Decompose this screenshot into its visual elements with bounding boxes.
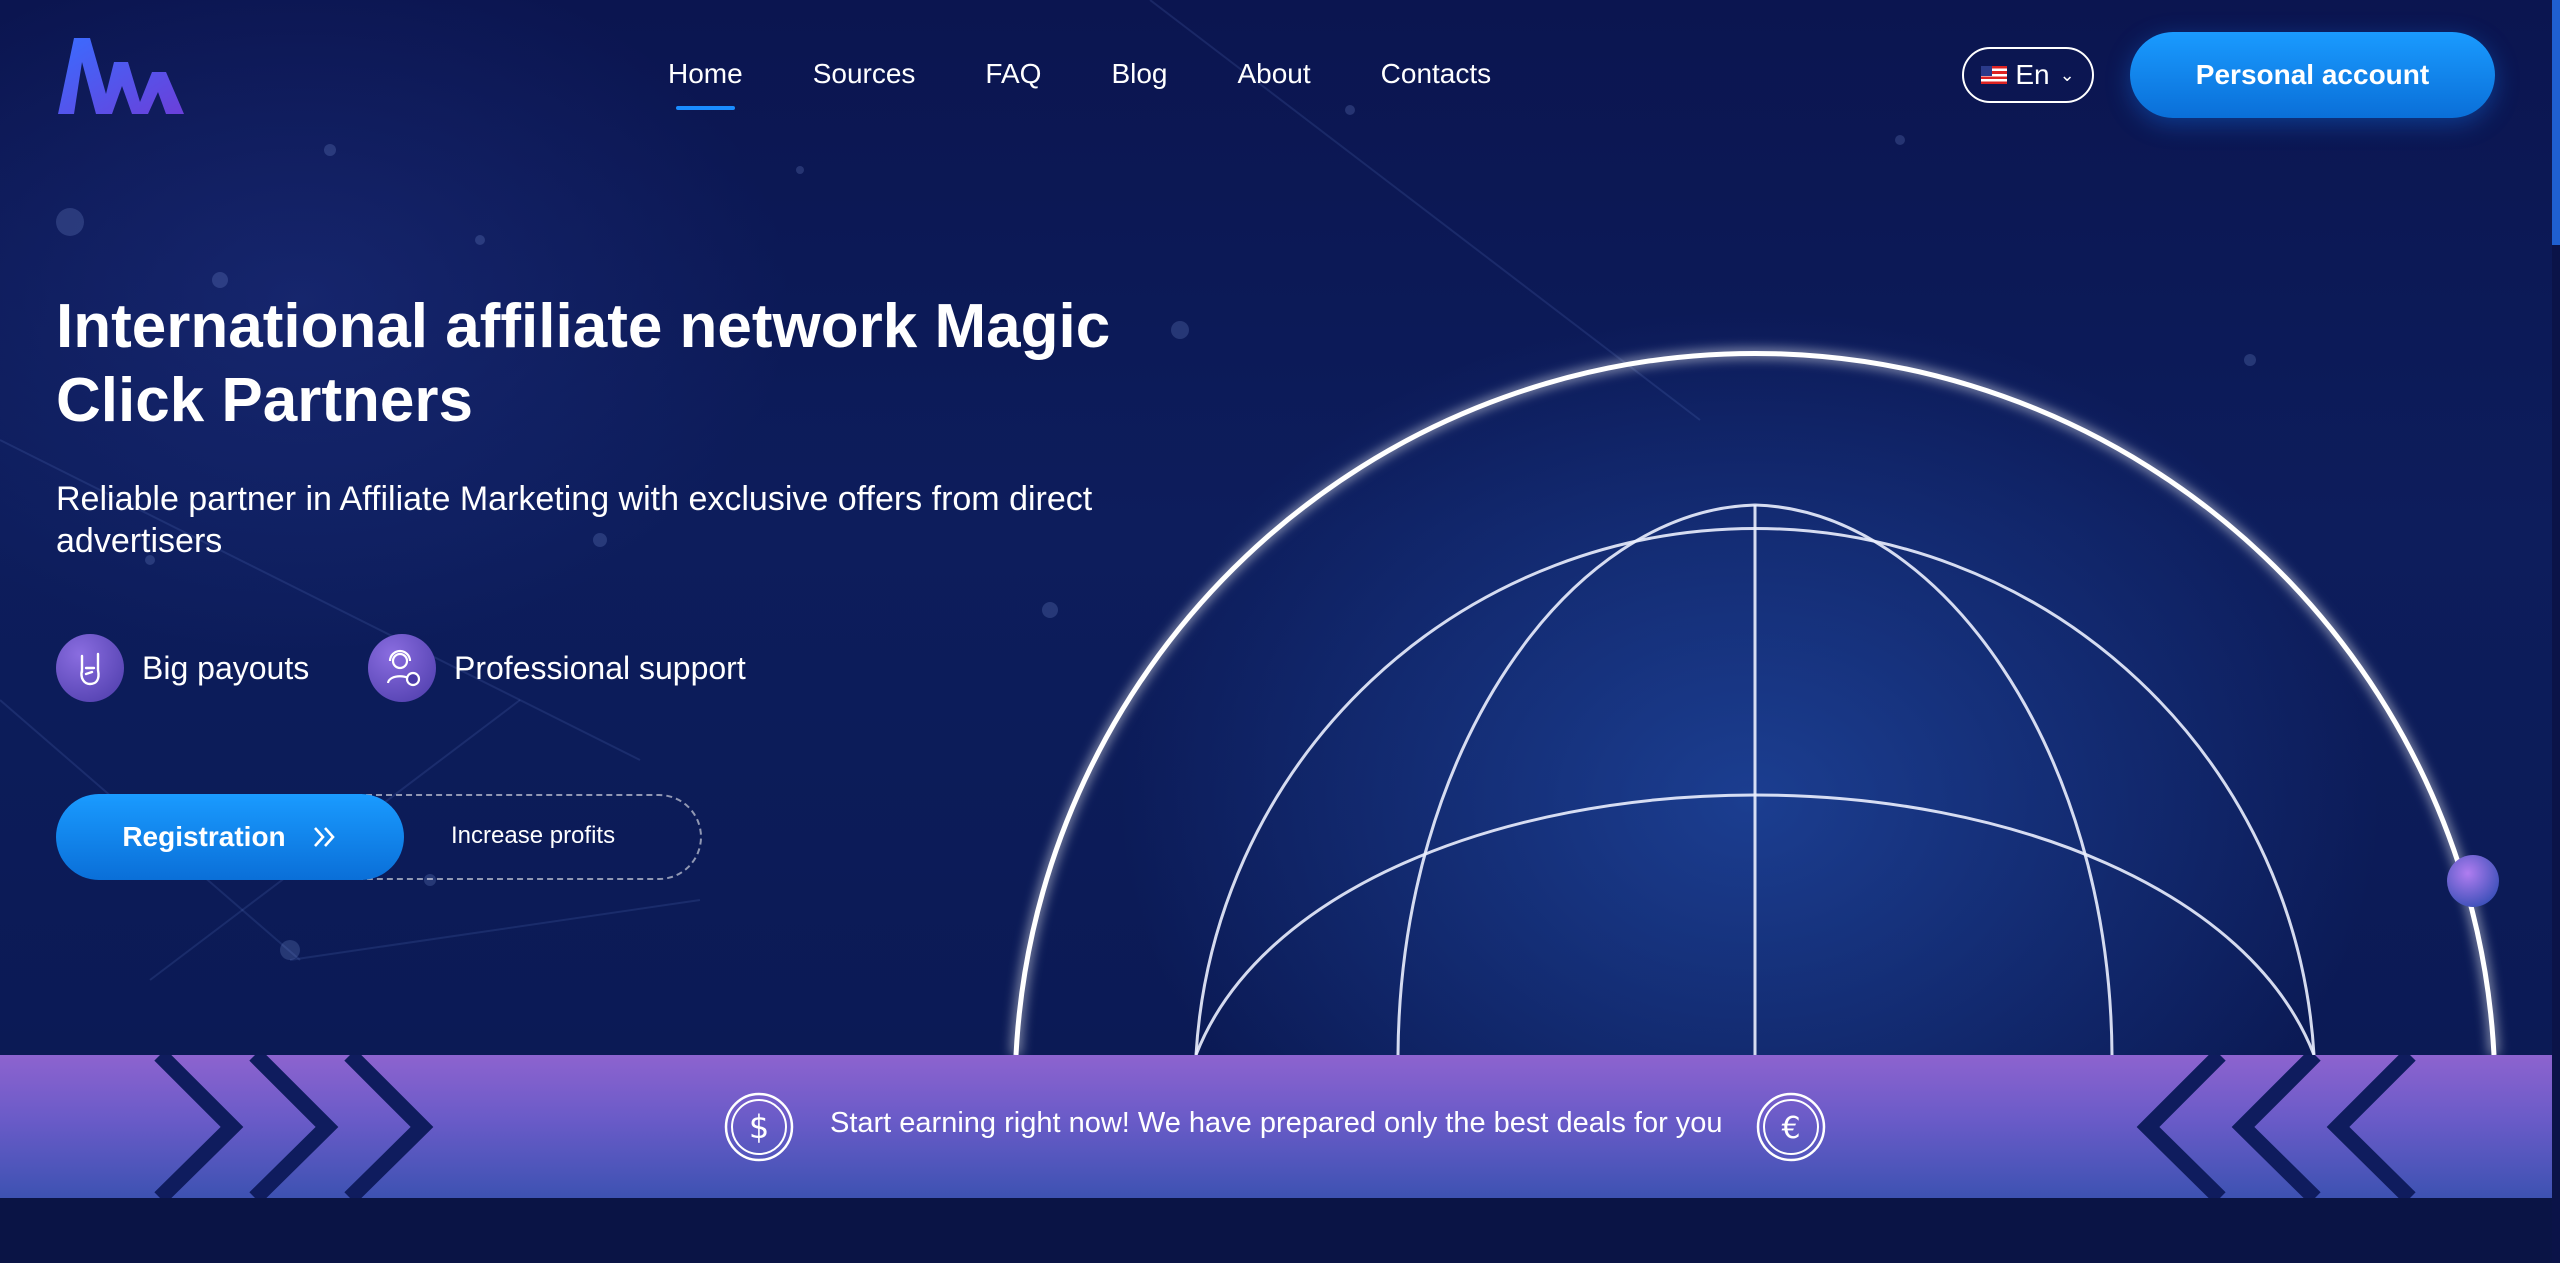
- cta-group: Increase profits Registration: [56, 794, 702, 880]
- hero-section: Home Sources FAQ Blog About Contacts En …: [0, 0, 2552, 1055]
- svg-text:$: $: [749, 1108, 769, 1146]
- logo[interactable]: [56, 32, 186, 120]
- logo-icon: [58, 38, 184, 114]
- main-nav: Home Sources FAQ Blog About Contacts: [668, 58, 1492, 110]
- nav-faq[interactable]: FAQ: [985, 58, 1041, 90]
- feature-label: Professional support: [454, 649, 746, 686]
- nav-home[interactable]: Home: [668, 58, 743, 110]
- banner-text: Start earning right now! We have prepare…: [830, 1107, 1723, 1139]
- registration-button[interactable]: Registration: [56, 794, 404, 880]
- nav-sources[interactable]: Sources: [813, 58, 916, 90]
- chevrons-right-icon: [154, 1055, 434, 1198]
- support-agent-icon: [368, 634, 436, 702]
- feature-label: Big payouts: [142, 649, 310, 686]
- registration-label: Registration: [122, 821, 286, 852]
- euro-coin-icon: €: [1756, 1092, 1826, 1162]
- double-chevron-right-icon: [313, 827, 335, 847]
- rock-hand-icon: [56, 634, 124, 702]
- nav-blog[interactable]: Blog: [1111, 58, 1167, 90]
- us-flag-icon: [1981, 66, 2008, 84]
- next-section: [0, 1198, 2552, 1263]
- language-selector[interactable]: En ⌄: [1962, 47, 2094, 103]
- chevron-down-icon: ⌄: [2059, 64, 2075, 85]
- feature-support: Professional support: [368, 634, 746, 702]
- chevrons-left-icon: [2136, 1055, 2416, 1198]
- increase-profits-link[interactable]: Increase profits: [451, 822, 615, 850]
- nav-contacts[interactable]: Contacts: [1381, 58, 1492, 90]
- nav-about[interactable]: About: [1237, 58, 1310, 90]
- scrollbar[interactable]: [2552, 0, 2560, 1263]
- page-subtitle: Reliable partner in Affiliate Marketing …: [56, 480, 1093, 560]
- personal-account-button[interactable]: Personal account: [2130, 32, 2495, 118]
- feature-big-payouts: Big payouts: [56, 634, 309, 702]
- svg-text:€: €: [1781, 1111, 1800, 1146]
- dollar-coin-icon: $: [724, 1092, 794, 1162]
- globe-illustration: [1013, 350, 2499, 1055]
- scrollbar-thumb[interactable]: [2552, 0, 2560, 245]
- language-label: En: [2015, 59, 2050, 90]
- promo-banner: $ Start earning right now! We have prepa…: [0, 1055, 2552, 1198]
